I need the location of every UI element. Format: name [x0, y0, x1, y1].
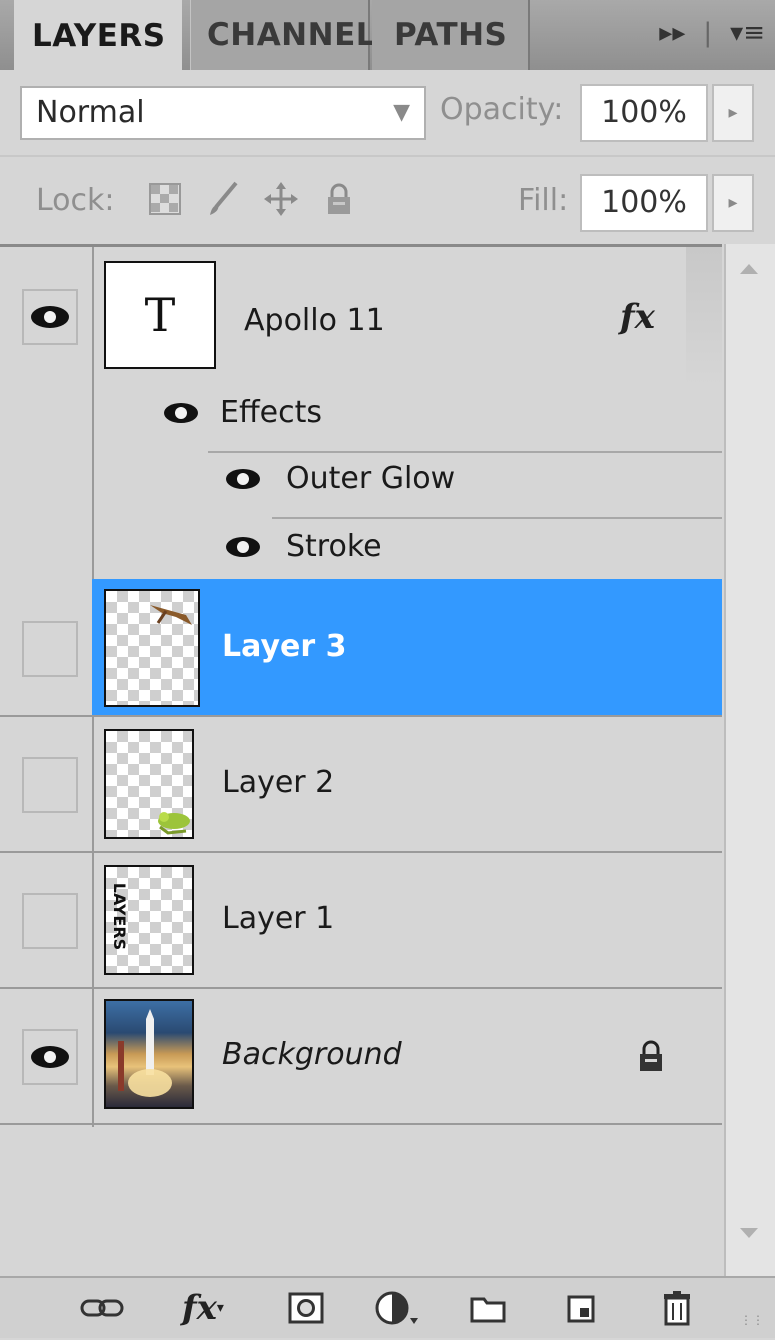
mask-icon[interactable] [288, 1288, 324, 1328]
scroll-down-icon[interactable] [740, 1228, 758, 1238]
layer-thumbnail: T [104, 261, 216, 369]
scroll-up-icon[interactable] [740, 264, 758, 274]
tab-channels-label: CHANNEL [207, 17, 377, 53]
tab-channels[interactable]: CHANNEL [190, 0, 376, 70]
layer-name: Apollo 11 [244, 303, 385, 338]
divider [272, 517, 722, 519]
fill-label: Fill: [518, 183, 569, 218]
blend-options-row: Normal ▼ Opacity: 100% ▸ [0, 72, 775, 154]
divider [208, 451, 722, 453]
scrollbar[interactable] [724, 244, 775, 1276]
outer-glow-eye-icon[interactable] [226, 469, 260, 489]
lock-paint-icon[interactable] [204, 179, 242, 219]
opacity-label: Opacity: [440, 92, 564, 127]
eye-icon [31, 306, 69, 328]
double-arrow-icon[interactable]: ▸▸ [659, 18, 685, 48]
lock-position-icon[interactable] [262, 179, 300, 219]
layer-row-background[interactable]: Background [0, 989, 722, 1123]
visibility-toggle[interactable] [22, 893, 78, 949]
visibility-toggle[interactable] [22, 289, 78, 345]
tab-layers-label: LAYERS [32, 18, 166, 54]
lock-transparent-icon[interactable] [146, 179, 184, 219]
frog-image [158, 812, 190, 835]
lock-row: Lock: Fill: 100% ▸ [0, 155, 775, 245]
new-layer-icon[interactable] [566, 1288, 596, 1328]
effect-stroke[interactable]: Stroke [286, 529, 382, 564]
effects-label: Effects [220, 395, 322, 430]
adjustment-icon[interactable] [374, 1288, 420, 1328]
effects-eye-icon[interactable] [164, 403, 198, 423]
fill-input[interactable]: 100% [580, 174, 708, 232]
eye-icon [31, 1046, 69, 1068]
layers-list: T Apollo 11 fx Effects Outer Glow Stroke… [0, 244, 722, 1279]
layer-name: Layer 3 [222, 629, 347, 664]
lock-all-icon[interactable] [320, 179, 358, 219]
layer-thumbnail [104, 729, 194, 839]
layer-row-layer-3[interactable]: Layer 3 [92, 579, 722, 715]
visibility-toggle[interactable] [22, 1029, 78, 1085]
opacity-slider-toggle[interactable]: ▸ [712, 84, 754, 142]
layer-row-apollo-11[interactable]: T Apollo 11 fx Effects Outer Glow Stroke [0, 247, 722, 579]
layer-name: Layer 2 [222, 765, 335, 800]
fx-icon[interactable]: fx [620, 297, 655, 337]
blend-mode-value: Normal [36, 95, 145, 130]
trash-icon[interactable] [662, 1288, 692, 1328]
rocket-launch-image [118, 1009, 172, 1097]
panel-menu-icon[interactable]: ▾≡ [730, 18, 765, 48]
lizard-image [150, 605, 192, 625]
visibility-toggle-layer-3[interactable] [22, 621, 78, 677]
layer-thumbnail [104, 589, 200, 707]
blend-mode-select[interactable]: Normal ▼ [20, 86, 426, 140]
bottom-toolbar: fx ▾ ⋮⋮ [0, 1276, 775, 1338]
layers-text-thumb: LAYERS [110, 882, 130, 951]
divider [0, 1123, 722, 1125]
tab-paths-label: PATHS [394, 17, 508, 53]
visibility-toggle[interactable] [22, 757, 78, 813]
link-icon[interactable] [80, 1288, 124, 1328]
layer-name: Background [222, 1037, 402, 1072]
lock-icon [636, 1039, 666, 1077]
opacity-input[interactable]: 100% [580, 84, 708, 142]
layer-name: Layer 1 [222, 901, 335, 936]
layer-row-layer-2[interactable]: Layer 2 [0, 717, 722, 851]
tab-bar: LAYERS CHANNEL PATHS ▸▸ | ▾≡ [0, 0, 775, 72]
chevron-down-icon: ▼ [393, 100, 410, 125]
layer-thumbnail [104, 999, 194, 1109]
effect-outer-glow[interactable]: Outer Glow [286, 461, 455, 496]
divider: | [703, 18, 713, 48]
group-folder-icon[interactable] [470, 1288, 506, 1328]
layer-thumbnail: LAYERS [104, 865, 194, 975]
stroke-eye-icon[interactable] [226, 537, 260, 557]
tab-paths[interactable]: PATHS [372, 0, 530, 70]
resize-grip-icon[interactable]: ⋮⋮ [740, 1300, 764, 1340]
text-layer-icon: T [144, 288, 176, 342]
fill-slider-toggle[interactable]: ▸ [712, 174, 754, 232]
tab-layers[interactable]: LAYERS [14, 0, 182, 72]
layer-row-layer-1[interactable]: LAYERS Layer 1 [0, 853, 722, 987]
scroll-shadow [686, 247, 722, 387]
fx-icon[interactable]: fx ▾ [182, 1288, 224, 1328]
lock-label: Lock: [36, 183, 115, 218]
